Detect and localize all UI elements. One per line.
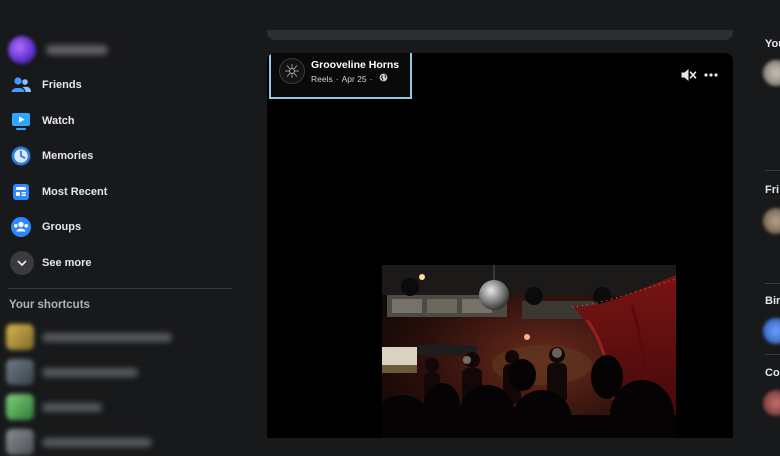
unmute-button[interactable] [680, 67, 698, 83]
profile-name-redacted [46, 45, 108, 55]
more-options-button[interactable] [703, 67, 719, 83]
right-column-avatar[interactable] [763, 390, 780, 416]
most-recent-icon [10, 181, 32, 203]
shortcut-label-redacted [42, 367, 138, 377]
memories-icon [10, 145, 32, 167]
sidebar-item-most-recent[interactable]: Most Recent [10, 178, 107, 206]
globe-icon [379, 73, 388, 84]
shortcut-item[interactable] [6, 323, 172, 351]
shortcut-label-redacted [42, 332, 172, 342]
page-name-link[interactable]: Grooveline Horns [311, 59, 399, 71]
right-divider [765, 170, 780, 171]
right-divider [765, 283, 780, 284]
shortcut-item[interactable] [6, 428, 152, 456]
right-section-heading: Fri [765, 184, 780, 196]
groups-icon [10, 216, 32, 238]
avatar [8, 36, 36, 64]
right-column-avatar[interactable] [763, 60, 780, 86]
post-meta: Reels · Apr 25 · [311, 73, 388, 84]
shortcut-item[interactable] [6, 393, 102, 421]
left-sidebar: Friends Watch Memories Most Recent Group… [0, 0, 240, 455]
see-more-label: See more [42, 257, 92, 269]
shortcut-label-redacted [42, 402, 102, 412]
meta-separator: · [335, 73, 339, 84]
profile-link[interactable] [8, 36, 108, 64]
sidebar-item-label: Memories [42, 150, 94, 162]
shortcut-label-redacted [42, 437, 152, 447]
shortcut-item[interactable] [6, 358, 138, 386]
meta-separator: · [369, 73, 373, 84]
sidebar-item-label: Groups [42, 221, 82, 233]
post-header: Grooveline Horns Reels · Apr 25 · [269, 53, 412, 99]
reel-video[interactable] [382, 265, 676, 438]
see-more-button[interactable]: See more [10, 249, 92, 277]
shortcut-thumbnail [6, 429, 34, 455]
sidebar-divider [8, 288, 232, 289]
sidebar-item-label: Watch [42, 115, 75, 127]
right-section-heading: You [765, 38, 780, 50]
right-section-heading: Co [765, 367, 780, 379]
sidebar-item-label: Friends [42, 79, 82, 91]
chevron-down-icon [10, 251, 34, 275]
right-column: You Fri Bir Co [755, 0, 780, 438]
right-column-avatar[interactable] [763, 318, 780, 344]
right-section-heading: Bir [765, 295, 780, 307]
post-date-link[interactable]: Apr 25 [342, 74, 367, 84]
sidebar-item-memories[interactable]: Memories [10, 142, 93, 170]
video-frame-image [382, 265, 676, 438]
sidebar-item-label: Most Recent [42, 186, 108, 198]
more-options-icon [703, 70, 719, 87]
right-column-avatar[interactable] [763, 208, 780, 234]
sidebar-item-friends[interactable]: Friends [10, 71, 82, 99]
shortcuts-heading: Your shortcuts [9, 299, 90, 311]
shortcut-thumbnail [6, 324, 34, 350]
watch-icon [10, 110, 32, 132]
friends-icon [10, 74, 32, 96]
shortcut-thumbnail [6, 394, 34, 420]
reel-post[interactable]: Grooveline Horns Reels · Apr 25 · [267, 53, 733, 438]
sidebar-item-watch[interactable]: Watch [10, 107, 75, 135]
previous-post-edge [267, 30, 733, 40]
sidebar-item-groups[interactable]: Groups [10, 213, 81, 241]
page-avatar[interactable] [279, 58, 305, 84]
shortcut-thumbnail [6, 359, 34, 385]
right-divider [765, 354, 780, 355]
post-source-link[interactable]: Reels [311, 74, 333, 84]
muted-speaker-icon [680, 69, 698, 87]
